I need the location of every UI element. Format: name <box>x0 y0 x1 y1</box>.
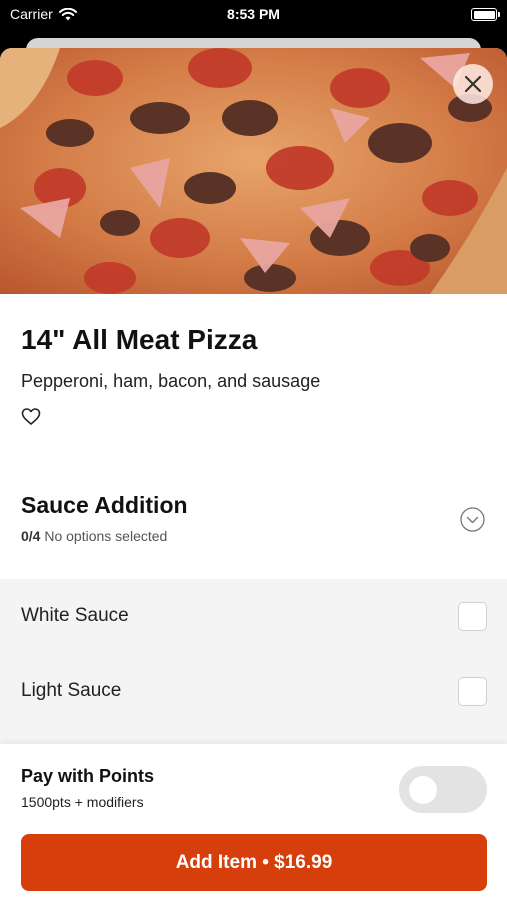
toggle-knob <box>409 776 437 804</box>
pizza-photo-icon <box>0 48 507 294</box>
sauce-options-list: White Sauce Light Sauce <box>0 579 507 744</box>
footer-bar: Pay with Points 1500pts + modifiers Add … <box>0 744 507 900</box>
section-status: 0/4 No options selected <box>21 528 167 544</box>
pay-with-points-label: Pay with Points <box>21 766 155 786</box>
option-light-sauce[interactable]: Light Sauce <box>0 662 507 722</box>
selection-status-text: No options selected <box>44 528 168 544</box>
option-label: White Sauce <box>21 605 129 626</box>
option-white-sauce[interactable]: White Sauce <box>0 587 507 647</box>
item-title: 14" All Meat Pizza <box>21 324 258 355</box>
pay-with-points-toggle[interactable] <box>399 766 487 813</box>
chevron-down-icon[interactable] <box>460 507 485 532</box>
add-item-button[interactable]: Add Item • $16.99 <box>21 834 487 891</box>
points-cost: 1500pts + modifiers <box>21 794 144 810</box>
battery-icon <box>471 8 500 21</box>
option-label: Light Sauce <box>21 680 122 701</box>
section-title: Sauce Addition <box>21 492 188 518</box>
close-button[interactable] <box>453 64 493 104</box>
item-description: Pepperoni, ham, bacon, and sausage <box>21 371 321 391</box>
light-sauce-checkbox[interactable] <box>458 677 487 706</box>
status-bar: Carrier 8:53 PM <box>0 0 507 32</box>
selection-count: 0/4 <box>21 528 41 544</box>
close-icon <box>464 75 482 93</box>
status-time: 8:53 PM <box>227 6 280 22</box>
favorite-heart-icon[interactable] <box>21 407 41 427</box>
white-sauce-checkbox[interactable] <box>458 602 487 631</box>
item-detail-sheet: 14" All Meat Pizza Pepperoni, ham, bacon… <box>0 48 507 900</box>
item-image <box>0 48 507 294</box>
